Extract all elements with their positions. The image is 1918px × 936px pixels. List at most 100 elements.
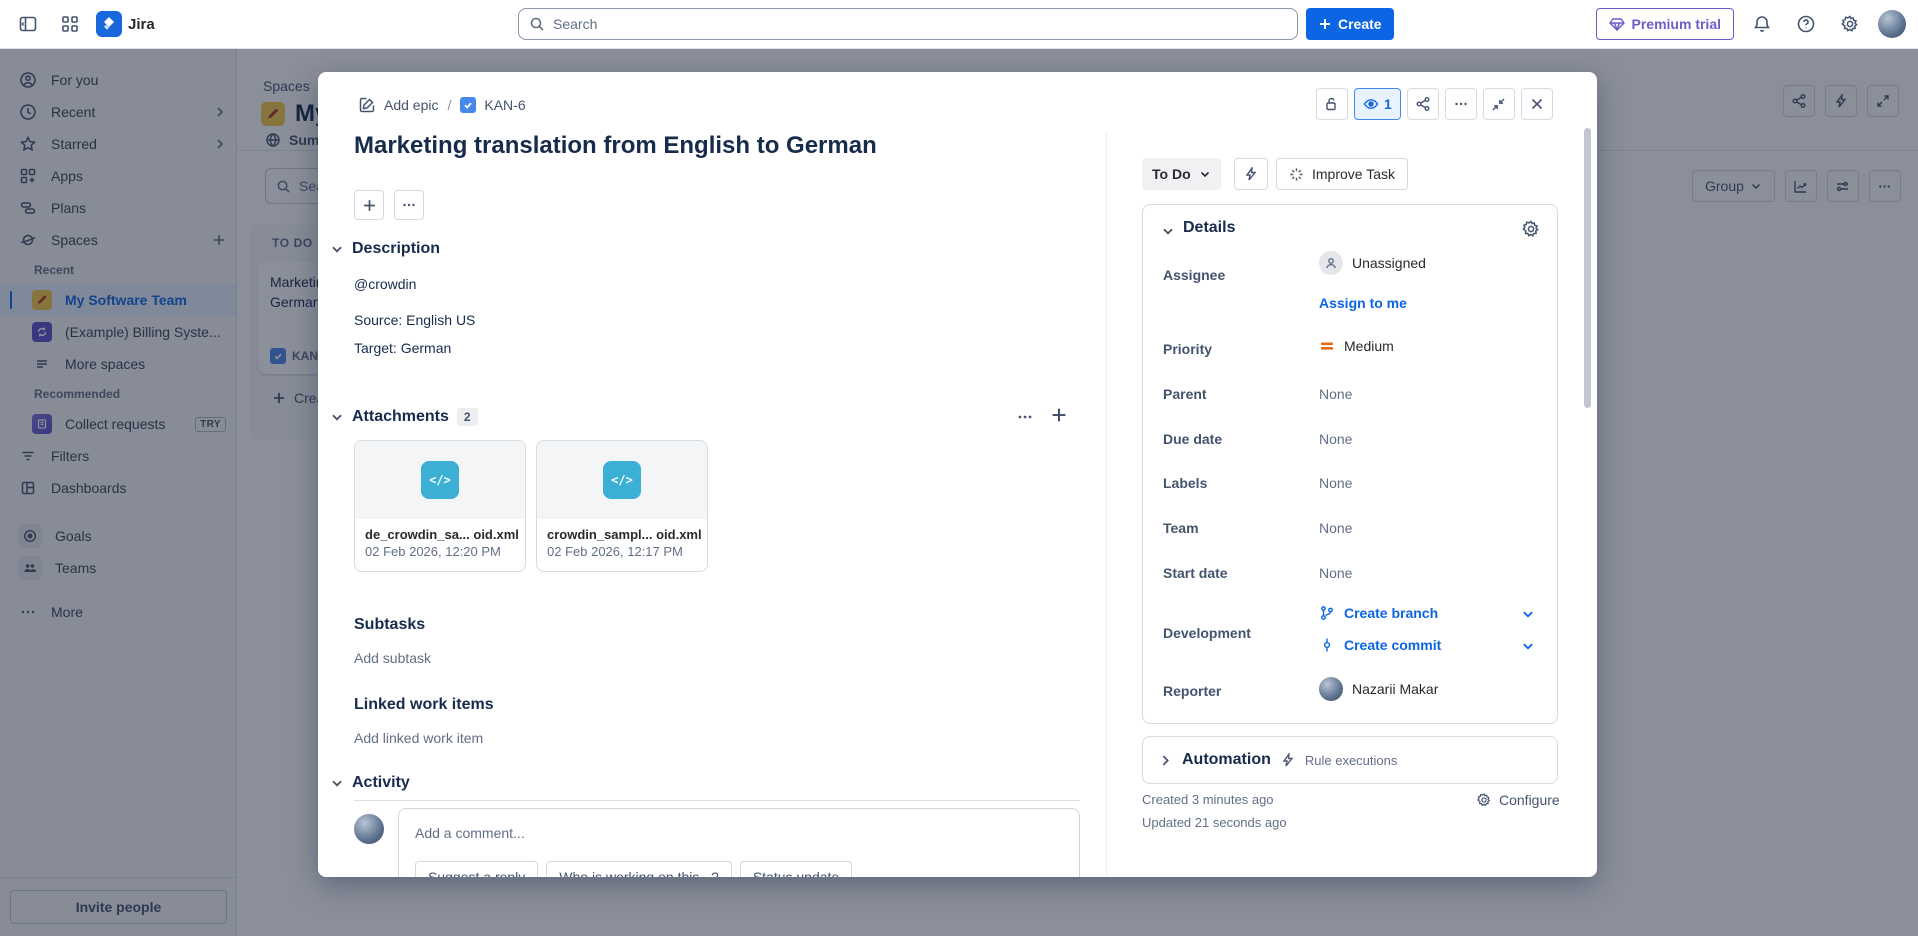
description-source: Source: English US: [354, 312, 475, 328]
global-search-placeholder: Search: [553, 16, 597, 32]
bolt-icon: [1281, 753, 1295, 767]
xml-file-icon: </>: [603, 461, 641, 499]
attachment-thumbnail: </>: [537, 441, 707, 519]
comment-placeholder: Add a comment...: [415, 825, 525, 841]
quick-reply-who-button[interactable]: Who is working on this...?: [546, 861, 732, 877]
development-label: Development: [1163, 625, 1251, 641]
commit-chevron-icon[interactable]: [1521, 639, 1535, 653]
configure-button[interactable]: Configure: [1476, 792, 1560, 808]
team-value[interactable]: None: [1319, 520, 1352, 536]
xml-file-icon: </>: [421, 461, 459, 499]
ai-sparkle-icon: [1289, 167, 1304, 182]
quick-reply-suggest-button[interactable]: Suggest a reply: [415, 861, 538, 877]
automation-heading: Automation: [1182, 751, 1271, 769]
jira-home-link[interactable]: Jira: [96, 11, 155, 37]
lock-icon[interactable]: [1316, 88, 1348, 120]
attachment-filename: de_crowdin_sa... oid.xml: [355, 519, 525, 544]
description-mention[interactable]: @crowdin: [354, 276, 416, 292]
app-switcher-icon[interactable]: [54, 8, 86, 40]
priority-label: Priority: [1163, 341, 1212, 357]
settings-gear-icon[interactable]: [1834, 8, 1866, 40]
chevron-down-icon[interactable]: [330, 776, 344, 790]
reporter-label: Reporter: [1163, 683, 1221, 699]
assign-to-me-link[interactable]: Assign to me: [1319, 295, 1407, 311]
attachment-date: 02 Feb 2026, 12:17 PM: [537, 544, 707, 559]
plus-icon: [362, 198, 377, 213]
share-icon[interactable]: [1407, 88, 1439, 120]
attachments-add-icon[interactable]: [1050, 406, 1068, 424]
title-more-options-icon[interactable]: [394, 190, 424, 220]
column-divider: [1106, 132, 1107, 877]
attachment-card[interactable]: </> crowdin_sampl... oid.xml 02 Feb 2026…: [536, 440, 708, 572]
issue-detail-modal: Add epic / KAN-6 1 Marketing translatio: [318, 72, 1597, 877]
create-branch-link[interactable]: Create branch: [1319, 605, 1438, 621]
help-icon[interactable]: [1790, 8, 1822, 40]
chevron-down-icon[interactable]: [330, 242, 344, 256]
unassigned-avatar-icon: [1319, 251, 1343, 275]
create-commit-link[interactable]: Create commit: [1319, 637, 1441, 653]
assignee-value[interactable]: Unassigned: [1319, 251, 1426, 275]
improve-task-button[interactable]: Improve Task: [1276, 158, 1408, 190]
chevron-down-icon[interactable]: [1161, 224, 1175, 238]
assignee-label: Assignee: [1163, 267, 1225, 283]
create-button[interactable]: Create: [1306, 8, 1394, 40]
watchers-button[interactable]: 1: [1354, 88, 1401, 120]
due-date-label: Due date: [1163, 431, 1222, 447]
gear-icon: [1476, 792, 1492, 808]
reporter-avatar: [1319, 677, 1343, 701]
modal-scrollbar[interactable]: [1584, 128, 1591, 408]
attachments-heading: Attachments: [352, 408, 449, 426]
status-dropdown[interactable]: To Do: [1142, 158, 1221, 190]
global-search-input[interactable]: Search: [518, 8, 1298, 40]
add-subtask-button[interactable]: Add subtask: [354, 650, 431, 666]
reporter-value[interactable]: Nazarii Makar: [1319, 677, 1438, 701]
details-panel: Details Assignee Unassigned Assign to me…: [1142, 204, 1558, 724]
attachment-card[interactable]: </> de_crowdin_sa... oid.xml 02 Feb 2026…: [354, 440, 526, 572]
add-epic-button[interactable]: Add epic: [358, 96, 438, 114]
attachments-count-badge: 2: [457, 408, 478, 426]
quick-reply-status-button[interactable]: Status update: [740, 861, 852, 877]
priority-medium-icon: [1319, 338, 1335, 354]
more-actions-icon[interactable]: [1445, 88, 1477, 120]
start-date-value[interactable]: None: [1319, 565, 1352, 581]
search-icon: [529, 16, 545, 32]
issue-key-link[interactable]: KAN-6: [460, 97, 525, 113]
attachments-more-icon[interactable]: [1016, 408, 1034, 426]
parent-value[interactable]: None: [1319, 386, 1352, 402]
branch-icon: [1319, 605, 1335, 621]
priority-value[interactable]: Medium: [1319, 338, 1394, 354]
automation-bolt-button[interactable]: [1234, 158, 1268, 190]
premium-trial-button[interactable]: Premium trial: [1596, 8, 1734, 40]
add-linked-item-button[interactable]: Add linked work item: [354, 730, 483, 746]
activity-divider: [354, 800, 1080, 801]
issue-title[interactable]: Marketing translation from English to Ge…: [354, 132, 1094, 160]
chevron-right-icon: [1159, 754, 1172, 767]
eye-icon: [1363, 96, 1379, 112]
subtasks-heading: Subtasks: [354, 616, 425, 634]
notifications-bell-icon[interactable]: [1746, 8, 1778, 40]
labels-value[interactable]: None: [1319, 475, 1352, 491]
user-avatar[interactable]: [1878, 10, 1906, 38]
close-icon[interactable]: [1521, 88, 1553, 120]
activity-heading: Activity: [352, 774, 410, 792]
comment-input[interactable]: Add a comment... Suggest a reply Who is …: [398, 808, 1080, 877]
collapse-modal-icon[interactable]: [1483, 88, 1515, 120]
add-content-button[interactable]: [354, 190, 384, 220]
start-date-label: Start date: [1163, 565, 1228, 581]
branch-chevron-icon[interactable]: [1521, 607, 1535, 621]
attachment-filename: crowdin_sampl... oid.xml: [537, 519, 707, 544]
sidebar-collapse-icon[interactable]: [12, 8, 44, 40]
details-settings-gear-icon[interactable]: [1521, 219, 1541, 239]
description-heading: Description: [352, 240, 440, 258]
due-date-value[interactable]: None: [1319, 431, 1352, 447]
automation-panel[interactable]: Automation Rule executions: [1142, 736, 1558, 784]
details-heading: Details: [1183, 219, 1235, 237]
created-timestamp: Created 3 minutes ago: [1142, 792, 1274, 807]
linked-items-heading: Linked work items: [354, 696, 494, 714]
attachment-date: 02 Feb 2026, 12:20 PM: [355, 544, 525, 559]
chevron-down-icon[interactable]: [330, 410, 344, 424]
rule-executions-label: Rule executions: [1305, 753, 1398, 768]
breadcrumb-separator: /: [447, 97, 451, 113]
comment-avatar: [354, 814, 384, 844]
updated-timestamp: Updated 21 seconds ago: [1142, 815, 1287, 830]
